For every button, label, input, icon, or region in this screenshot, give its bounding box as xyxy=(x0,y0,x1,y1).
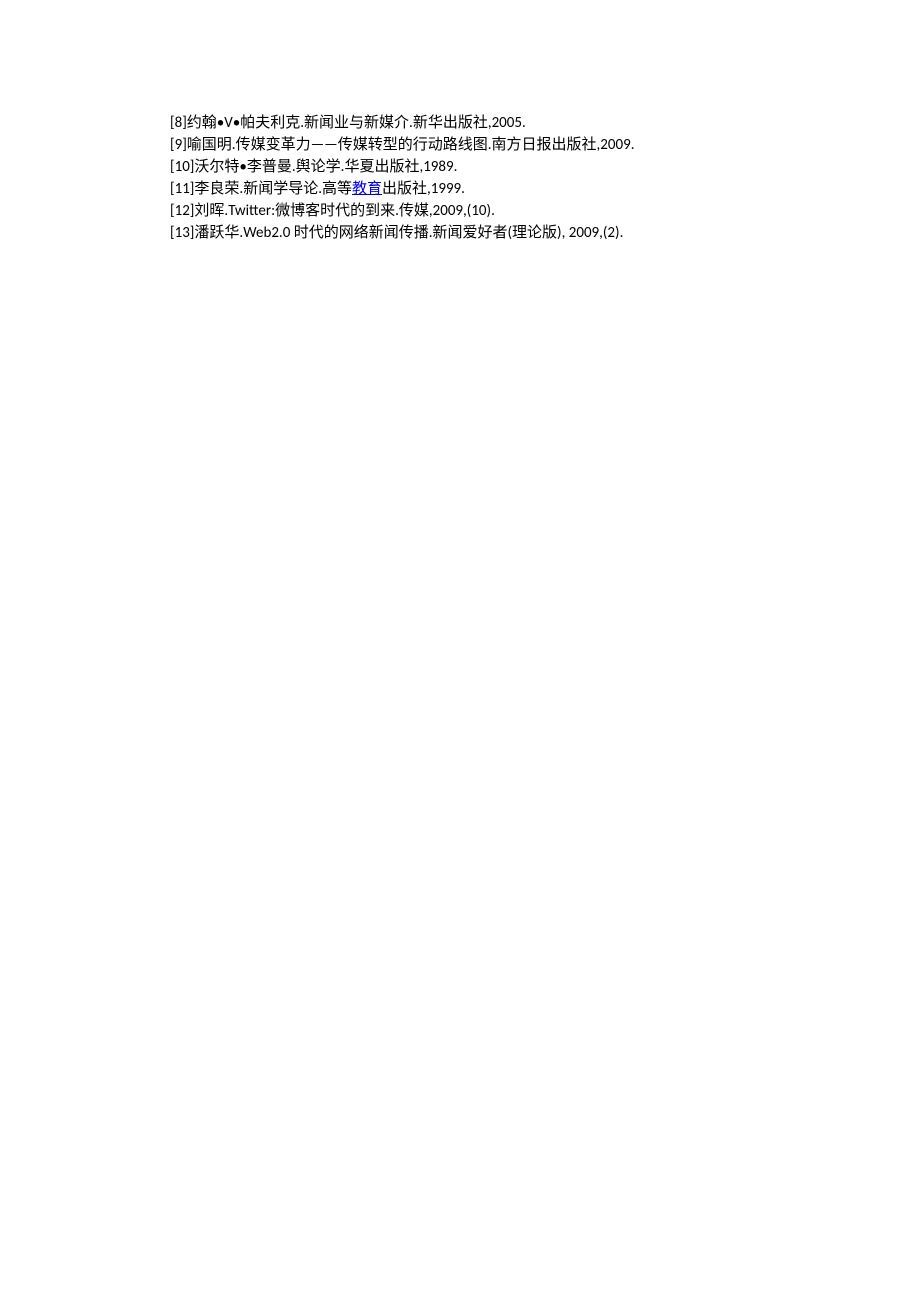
references-block: [8]约翰•V•帕夫利克.新闻业与新媒介.新华出版社,2005. [9]喻国明.… xyxy=(170,112,780,244)
reference-item: [10]沃尔特•李普曼.舆论学.华夏出版社,1989. xyxy=(170,156,780,178)
reference-text: 出版社,1999. xyxy=(382,180,465,198)
reference-text: [8]约翰•V•帕夫利克.新闻业与新媒介.新华出版社,2005. xyxy=(170,114,526,132)
reference-text: [11]李良荣.新闻学导论.高等 xyxy=(170,180,352,198)
reference-item: [13]潘跃华.Web2.0 时代的网络新闻传播.新闻爱好者(理论版), 200… xyxy=(170,222,780,244)
reference-text: [12]刘晖.Twitter:微博客时代的到来.传媒,2009,(10). xyxy=(170,202,495,220)
reference-item: [11]李良荣.新闻学导论.高等教育出版社,1999. xyxy=(170,178,780,200)
reference-item: [8]约翰•V•帕夫利克.新闻业与新媒介.新华出版社,2005. xyxy=(170,112,780,134)
reference-item: [12]刘晖.Twitter:微博客时代的到来.传媒,2009,(10). xyxy=(170,200,780,222)
reference-text: [10]沃尔特•李普曼.舆论学.华夏出版社,1989. xyxy=(170,158,457,176)
reference-text: [13]潘跃华.Web2.0 时代的网络新闻传播.新闻爱好者(理论版), 200… xyxy=(170,224,623,242)
education-link[interactable]: 教育 xyxy=(352,180,382,198)
reference-text: [9]喻国明.传媒变革力——传媒转型的行动路线图.南方日报出版社,2009. xyxy=(170,136,634,154)
reference-item: [9]喻国明.传媒变革力——传媒转型的行动路线图.南方日报出版社,2009. xyxy=(170,134,780,156)
